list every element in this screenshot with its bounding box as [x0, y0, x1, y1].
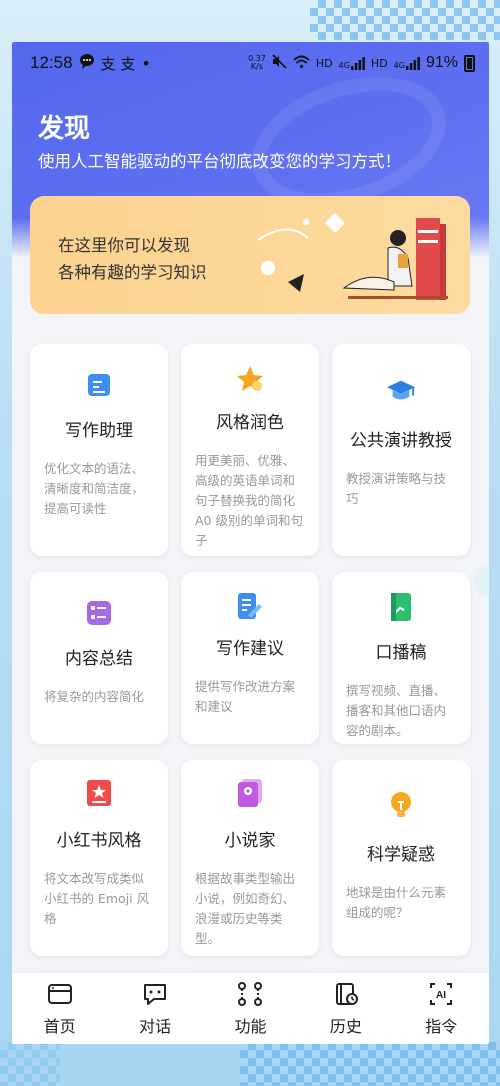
feature-card[interactable]: 口播稿撰写视频、直播、播客和其他口语内容的剧本。 [332, 572, 470, 744]
discover-banner[interactable]: 在这里你可以发现 各种有趣的学习知识 [30, 196, 470, 314]
feature-card[interactable]: 写作建议提供写作改进方案和建议 [181, 572, 319, 744]
mute-icon [272, 54, 287, 72]
feature-card-title: 科学疑惑 [367, 845, 435, 865]
signal-4g-1: 4G [339, 56, 365, 70]
reading-person-illustration [257, 213, 448, 300]
status-right: 0.37 K/s HD 4G HD 4G 91% [248, 54, 475, 72]
hd-label-1: HD [315, 56, 333, 70]
graduation-cap-icon [386, 376, 416, 406]
network-speed: 0.37 K/s [248, 55, 266, 71]
star-icon [235, 364, 265, 394]
feature-card-description: 优化文本的语法、清晰度和简洁度，提高可读性 [44, 461, 145, 516]
feature-card[interactable]: 内容总结将复杂的内容简化 [30, 572, 168, 744]
banner-text: 在这里你可以发现 各种有趣的学习知识 [58, 232, 207, 286]
feature-card-description: 教授演讲策略与技巧 [346, 471, 447, 506]
tab-commands[interactable]: AI 指令 [401, 981, 481, 1037]
floating-side-handle[interactable] [473, 564, 489, 598]
signal-4g-2: 4G [394, 56, 420, 70]
lightbulb-icon [386, 790, 416, 820]
feature-card[interactable]: 公共演讲教授教授演讲策略与技巧 [332, 344, 470, 556]
tab-home-label: 首页 [43, 1016, 76, 1036]
tab-history-label: 历史 [329, 1016, 362, 1036]
feature-card[interactable]: 风格润色用更美丽、优雅、高级的英语单词和句子替换我的简化A0 级别的单词和句子 [181, 344, 319, 556]
feature-card-title: 小说家 [224, 831, 276, 851]
page-subtitle: 使用人工智能驱动的平台彻底改变您的学习方式！ [38, 152, 401, 171]
decorative-pattern-bottom-left [0, 1042, 60, 1086]
tab-commands-label: 指令 [425, 1016, 458, 1036]
feature-card-title: 风格润色 [216, 413, 284, 433]
feature-card-description: 用更美丽、优雅、高级的英语单词和句子替换我的简化A0 级别的单词和句子 [195, 453, 303, 548]
nodes-icon [238, 981, 263, 1006]
banner-line-1: 在这里你可以发现 [58, 236, 190, 255]
history-book-icon [335, 982, 358, 1005]
app-screen: 12:58 支 支 • 0.37 K/s HD 4G HD 4G 91% 发现 … [12, 42, 489, 1044]
decorative-pattern-bottom [240, 1042, 500, 1086]
feature-card-title: 口播稿 [375, 643, 427, 663]
feature-card-title: 公共演讲教授 [350, 431, 452, 451]
battery-percent: 91% [425, 54, 458, 71]
feature-card[interactable]: 小红书风格将文本改写成类似小红书的 Emoji 风格 [30, 760, 168, 956]
feature-card-description: 地球是由什么元素组成的呢？ [346, 885, 447, 920]
feature-card-title: 内容总结 [65, 649, 133, 669]
feature-card-description: 撰写视频、直播、播客和其他口语内容的剧本。 [346, 683, 447, 738]
page-title: 发现 [38, 114, 91, 144]
feature-card-description: 将文本改写成类似小红书的 Emoji 风格 [44, 871, 150, 926]
tab-history[interactable]: 历史 [306, 981, 386, 1037]
feature-card-description: 根据故事类型输出小说，例如奇幻、浪漫或历史等类型。 [195, 871, 296, 946]
ai-command-icon: AI [430, 982, 453, 1005]
notification-glyphs: 支 支 [100, 54, 136, 73]
tab-chat-label: 对话 [139, 1016, 172, 1036]
banner-line-2: 各种有趣的学习知识 [58, 263, 207, 282]
message-icon [79, 53, 95, 73]
checklist-icon [84, 598, 114, 628]
dot-icon: • [141, 53, 151, 73]
feature-card[interactable]: 小说家根据故事类型输出小说，例如奇幻、浪漫或历史等类型。 [181, 760, 319, 956]
red-note-icon [84, 778, 114, 808]
feature-card[interactable]: 写作助理优化文本的语法、清晰度和简洁度，提高可读性 [30, 344, 168, 556]
hd-label-2: HD [370, 56, 388, 70]
home-window-icon [47, 983, 72, 1004]
feature-card-description: 将复杂的内容简化 [44, 689, 145, 704]
tab-features[interactable]: 功能 [210, 981, 290, 1037]
feature-grid: 写作助理 优化文本的语法、清晰度和简洁度，提高可读性 风格润色 用更美丽、优雅、高级的… [30, 344, 470, 1012]
wifi-icon [293, 55, 310, 72]
novel-book-icon [235, 778, 265, 808]
status-bar: 12:58 支 支 • 0.37 K/s HD 4G HD 4G 91% [12, 42, 489, 84]
document-edit-icon [84, 370, 114, 400]
bottom-tab-bar: 首页 对话 功能 历史 AI 指令 [12, 972, 489, 1044]
file-pen-icon [235, 592, 265, 622]
feature-card-description: 提供写作改进方案和建议 [195, 679, 296, 714]
tab-features-label: 功能 [234, 1016, 267, 1036]
feature-card-title: 小红书风格 [56, 831, 142, 851]
tab-home[interactable]: 首页 [20, 981, 100, 1037]
ai-badge-text: AI [436, 990, 446, 1001]
network-speed-unit: K/s [250, 62, 264, 71]
feature-card[interactable]: 科学疑惑地球是由什么元素组成的呢？ [332, 760, 470, 956]
chat-bubble-icon [144, 983, 167, 1005]
decorative-pattern-top [310, 0, 500, 40]
feature-card-title: 写作建议 [216, 639, 284, 659]
feature-card-title: 写作助理 [65, 421, 133, 441]
tab-chat[interactable]: 对话 [115, 981, 195, 1037]
script-book-icon [386, 592, 416, 622]
clock: 12:58 [30, 53, 73, 72]
battery-icon [464, 54, 475, 72]
status-left: 12:58 支 支 • [30, 53, 151, 74]
